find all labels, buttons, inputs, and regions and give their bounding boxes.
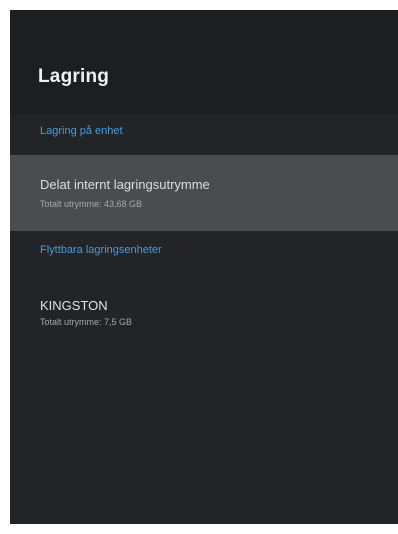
storage-settings-panel: Lagring Lagring på enhet Delat internt l… — [10, 10, 398, 524]
section-header-removable: Flyttbara lagringsenheter — [40, 244, 162, 256]
header-bar: Lagring — [10, 10, 398, 114]
page-title: Lagring — [38, 66, 110, 87]
internal-storage-subtitle: Totalt utrymme: 43,68 GB — [40, 199, 143, 209]
removable-storage-subtitle: Totalt utrymme: 7,5 GB — [40, 317, 133, 327]
internal-storage-title: Delat internt lagringsutrymme — [40, 177, 210, 192]
removable-storage-title: KINGSTON — [40, 298, 108, 313]
removable-storage-item-kingston[interactable]: KINGSTON Totalt utrymme: 7,5 GB — [10, 284, 398, 344]
section-header-internal: Lagring på enhet — [40, 125, 123, 137]
internal-storage-item[interactable]: Delat internt lagringsutrymme Totalt utr… — [10, 155, 398, 231]
